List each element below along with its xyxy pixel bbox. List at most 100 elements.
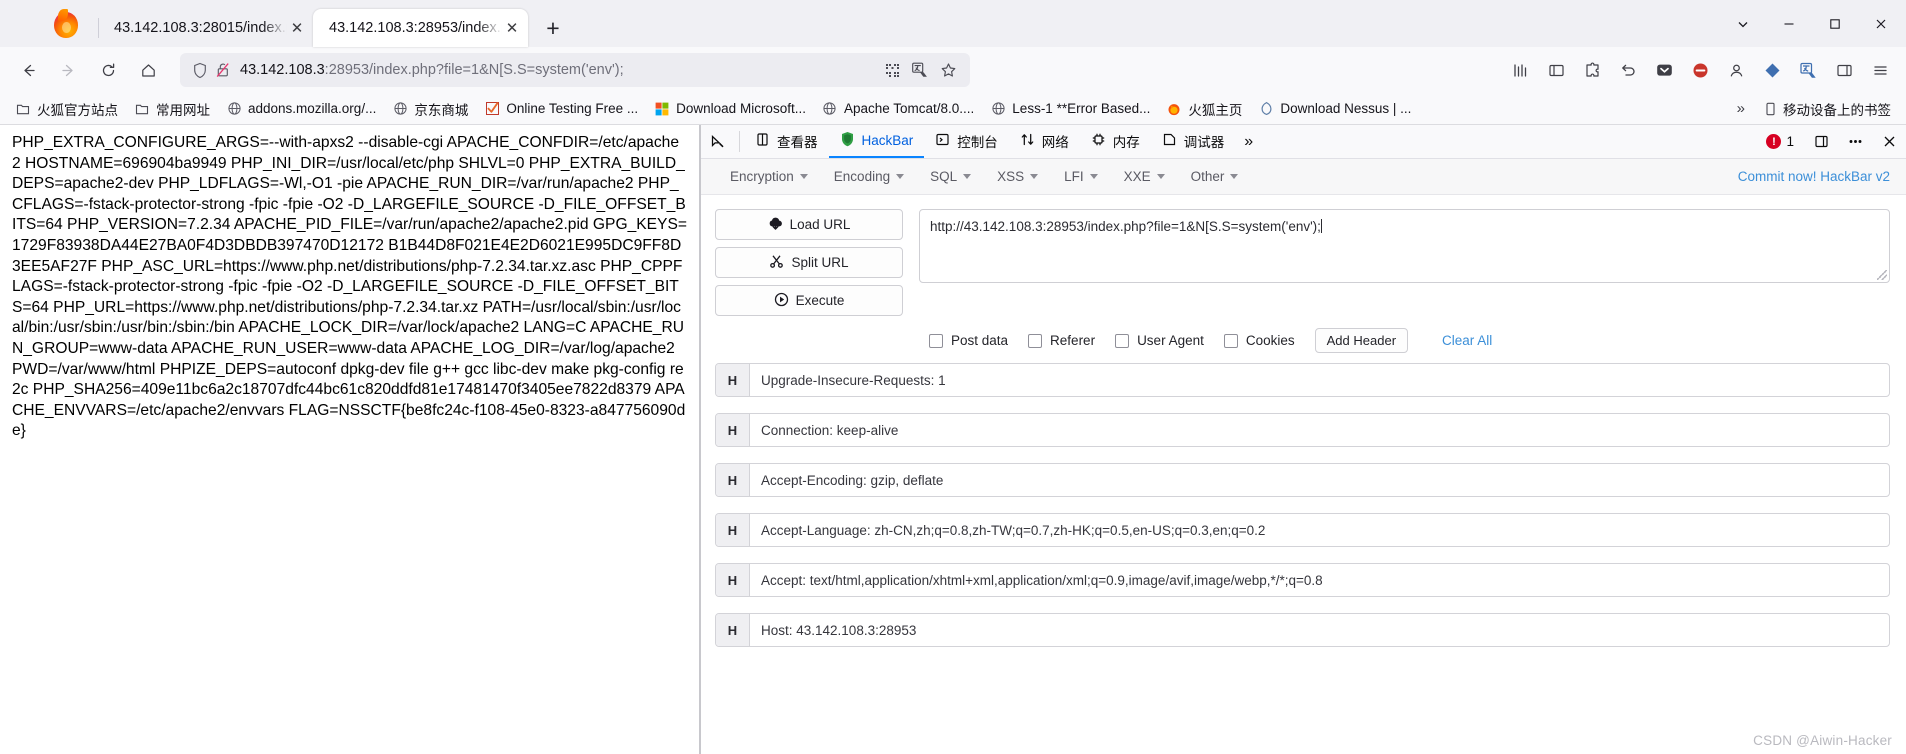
undo-icon[interactable] [1610, 54, 1646, 87]
hackbar-menu-other[interactable]: Other [1178, 169, 1252, 184]
devtools-close-button[interactable] [1872, 134, 1906, 149]
list-all-tabs-chevron-down-icon[interactable] [1720, 4, 1766, 44]
devtools-tab-memory[interactable]: 内存 [1080, 125, 1151, 158]
checkbox-post-data[interactable]: Post data [929, 333, 1008, 348]
browser-tab-2[interactable]: 43.142.108.3:28953/index.php?file ✕ [313, 9, 528, 47]
browser-tab-1[interactable]: 43.142.108.3:28015/index.php?file ✕ [98, 9, 313, 47]
devtools-tab-inspector[interactable]: 查看器 [744, 125, 829, 158]
library-icon[interactable] [1502, 54, 1538, 87]
header-badge: H [716, 514, 750, 546]
checkbox-referer[interactable]: Referer [1028, 333, 1095, 348]
header-row[interactable]: H Accept-Encoding: gzip, deflate [715, 463, 1890, 497]
checkbox-user-agent[interactable]: User Agent [1115, 333, 1204, 348]
hackbar-headers-list: H Upgrade-Insecure-Requests: 1 H Connect… [701, 363, 1906, 754]
reader-view-icon[interactable] [1538, 54, 1574, 87]
shield-icon[interactable] [192, 62, 214, 79]
qr-code-icon[interactable] [878, 56, 906, 84]
devtools-tab-network[interactable]: 网络 [1009, 125, 1080, 158]
theme-icon[interactable] [1754, 54, 1790, 87]
checkbox-label: Cookies [1245, 333, 1295, 348]
minimize-button[interactable] [1766, 4, 1812, 44]
header-value[interactable]: Accept-Language: zh-CN,zh;q=0.8,zh-TW;q=… [750, 514, 1889, 546]
header-row[interactable]: H Connection: keep-alive [715, 413, 1890, 447]
bookmark-mobile-folder[interactable]: 移动设备上的书签 [1755, 96, 1898, 122]
error-count-badge[interactable]: ! 1 [1756, 134, 1804, 149]
console-icon [935, 132, 950, 150]
checkbox-box[interactable] [1028, 333, 1043, 348]
checkbox-box[interactable] [929, 333, 943, 348]
devtools-more-tabs-button[interactable]: » [1235, 125, 1262, 158]
header-value[interactable]: Accept-Encoding: gzip, deflate [750, 464, 1889, 496]
header-value[interactable]: Accept: text/html,application/xhtml+xml,… [750, 564, 1889, 596]
devtools-tab-hackbar[interactable]: HackBar [828, 125, 925, 158]
checkbox-cookies[interactable]: Cookies [1223, 333, 1295, 348]
more-options-icon[interactable] [1838, 133, 1872, 150]
execute-button[interactable]: Execute [715, 285, 903, 316]
checkbox-box[interactable] [1115, 333, 1130, 348]
hackbar-menu-xss[interactable]: XSS [984, 169, 1051, 184]
hackbar-url-textarea[interactable]: http://43.142.108.3:28953/index.php?file… [919, 209, 1890, 283]
add-header-button[interactable]: Add Header [1314, 328, 1409, 353]
checkbox-box[interactable] [1223, 333, 1238, 348]
adblock-icon[interactable] [1682, 54, 1718, 87]
bookmark-item-1[interactable]: 常用网址 [127, 96, 217, 122]
header-row[interactable]: H Accept: text/html,application/xhtml+xm… [715, 563, 1890, 597]
url-bar[interactable]: 43.142.108.3:28953/index.php?file=1&N[S.… [180, 53, 970, 87]
devtools-panel: 查看器 HackBar 控制台 网络 内存 调试器 » ! 1 Encrypti… [700, 125, 1906, 754]
broken-lock-icon[interactable] [214, 61, 240, 79]
bookmark-item-6[interactable]: Apache Tomcat/8.0.... [815, 98, 981, 120]
reload-button[interactable] [90, 54, 126, 87]
header-value[interactable]: Upgrade-Insecure-Requests: 1 [750, 364, 1889, 396]
clear-all-link[interactable]: Clear All [1442, 333, 1492, 348]
home-button[interactable] [130, 54, 166, 87]
header-row[interactable]: H Host: 43.142.108.3:28953 [715, 613, 1890, 647]
checkbox-label: User Agent [1137, 333, 1204, 348]
bookmark-item-4[interactable]: Online Testing Free ... [477, 98, 645, 120]
header-badge: H [716, 614, 750, 646]
close-icon[interactable]: ✕ [502, 18, 522, 38]
bookmark-item-8[interactable]: 火狐主页 [1159, 96, 1249, 122]
dock-panel-icon[interactable] [1804, 134, 1838, 149]
pocket-icon[interactable] [1646, 54, 1682, 87]
devtools-tab-debugger[interactable]: 调试器 [1151, 125, 1236, 158]
header-row[interactable]: H Accept-Language: zh-CN,zh;q=0.8,zh-TW;… [715, 513, 1890, 547]
element-picker-icon[interactable] [701, 125, 735, 158]
close-icon[interactable]: ✕ [287, 18, 307, 38]
url-path: :28953/index.php?file=1&N[S.S=system('en… [324, 62, 624, 78]
header-value[interactable]: Host: 43.142.108.3:28953 [750, 614, 1889, 646]
bookmark-item-0[interactable]: 火狐官方站点 [8, 96, 125, 122]
globe-icon [990, 101, 1006, 117]
devtools-tab-label: 网络 [1041, 134, 1069, 150]
bookmark-item-9[interactable]: Download Nessus | ... [1251, 98, 1418, 120]
resize-handle[interactable] [1877, 270, 1887, 280]
bookmarks-overflow-button[interactable]: » [1729, 97, 1753, 120]
forward-button[interactable] [50, 54, 86, 87]
account-icon[interactable] [1718, 54, 1754, 87]
load-url-button[interactable]: Load URL [715, 209, 903, 240]
header-row[interactable]: H Upgrade-Insecure-Requests: 1 [715, 363, 1890, 397]
hamburger-menu-icon[interactable] [1862, 54, 1898, 87]
hackbar-menu-sql[interactable]: SQL [917, 169, 984, 184]
bookmark-item-7[interactable]: Less-1 **Error Based... [983, 98, 1157, 120]
translate-panel-icon[interactable] [1790, 54, 1826, 87]
new-tab-button[interactable]: + [536, 11, 570, 45]
split-url-button[interactable]: Split URL [715, 247, 903, 278]
puzzle-icon[interactable] [1574, 54, 1610, 87]
hackbar-menu-encoding[interactable]: Encoding [821, 169, 917, 184]
close-window-button[interactable] [1858, 4, 1904, 44]
hackbar-menu-lfi[interactable]: LFI [1051, 169, 1111, 184]
hackbar-menu-xxe[interactable]: XXE [1111, 169, 1178, 184]
back-button[interactable] [10, 54, 46, 87]
bookmark-item-5[interactable]: Download Microsoft... [647, 98, 813, 120]
maximize-button[interactable] [1812, 4, 1858, 44]
bookmark-item-2[interactable]: addons.mozilla.org/... [219, 98, 383, 120]
hackbar-menu-encryption[interactable]: Encryption [717, 169, 821, 184]
sidebar-icon[interactable] [1826, 54, 1862, 87]
star-icon[interactable] [934, 56, 962, 84]
translate-icon[interactable] [906, 56, 934, 84]
url-text[interactable]: 43.142.108.3:28953/index.php?file=1&N[S.… [240, 62, 878, 78]
header-value[interactable]: Connection: keep-alive [750, 414, 1889, 446]
bookmark-item-3[interactable]: 京东商城 [385, 96, 475, 122]
devtools-tab-console[interactable]: 控制台 [924, 125, 1009, 158]
hackbar-commit-link[interactable]: Commit now! HackBar v2 [1738, 169, 1890, 184]
